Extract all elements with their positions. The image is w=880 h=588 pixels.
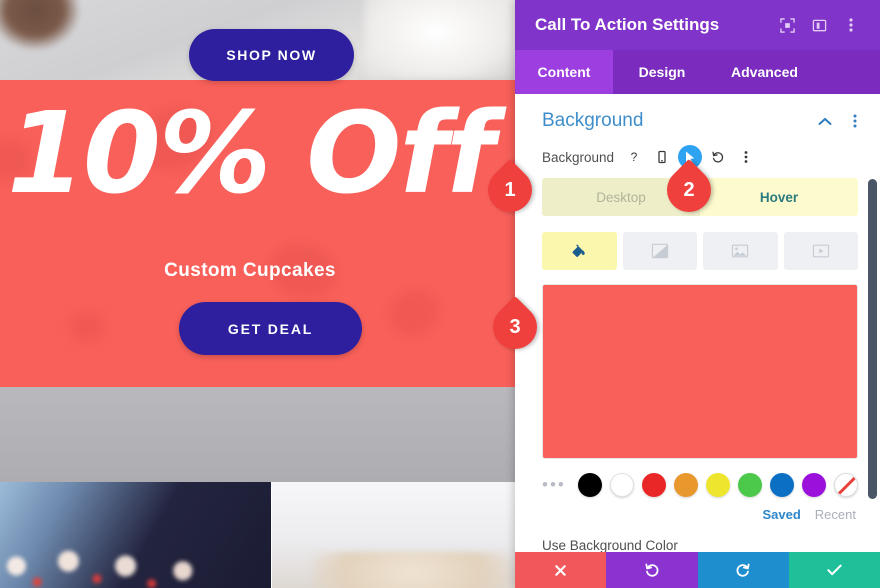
cta-module[interactable]: 10% Off Custom Cupcakes GET DEAL [0,80,515,387]
modal-footer [515,552,880,588]
color-swatch-row: ••• [542,473,858,497]
shop-now-button[interactable]: SHOP NOW [189,29,354,81]
swatch-blue[interactable] [769,473,794,497]
use-background-color-label: Use Background Color [542,538,678,553]
settings-modal: Call To Action Settings Content Design A… [515,0,880,588]
redo-button[interactable] [697,552,789,588]
screenshot-root: SHOP NOW 10% Off Custom Cupcakes GET DEA… [0,0,880,588]
background-video-tab[interactable] [783,232,858,270]
background-field-label: Background [542,149,615,165]
save-button[interactable] [788,552,880,588]
saved-palette-link[interactable]: Saved [762,507,800,522]
swatch-white[interactable] [609,473,634,497]
more-options-icon[interactable] [838,12,864,38]
tab-design[interactable]: Design [613,50,711,94]
swatch-none[interactable] [833,473,858,497]
cupcake-photo-right [272,482,515,588]
vertical-scrollbar[interactable] [868,179,877,499]
field-options-icon[interactable] [734,145,758,169]
modal-tabbar: Content Design Advanced [515,50,880,94]
cta-subheadline: Custom Cupcakes [164,260,336,281]
background-field-controls: Background ? [515,142,880,172]
section-options-icon[interactable] [844,110,866,132]
desktop-hover-toggle: Desktop Hover [542,178,858,216]
cta-headline: 10% Off [7,89,495,219]
swatch-yellow[interactable] [705,473,730,497]
swatch-orange[interactable] [673,473,698,497]
modal-header: Call To Action Settings [515,0,880,50]
cancel-button[interactable] [515,552,607,588]
swatch-purple[interactable] [801,473,826,497]
decor-blob [381,281,447,345]
help-icon[interactable]: ? [622,145,646,169]
website-preview: SHOP NOW 10% Off Custom Cupcakes GET DEA… [0,0,515,588]
hover-cursor-icon[interactable] [678,145,703,169]
preview-middle-band [0,387,515,482]
reset-icon[interactable] [706,145,730,169]
color-preview-swatch[interactable] [542,284,858,459]
swatch-red[interactable] [641,473,666,497]
background-image-tab[interactable] [703,232,778,270]
palette-links: Saved Recent [542,507,856,522]
svg-text:?: ? [631,150,638,164]
toggle-hover[interactable]: Hover [700,178,858,216]
background-type-tabs [542,232,858,270]
recent-palette-link[interactable]: Recent [815,507,856,522]
background-gradient-tab[interactable] [622,232,697,270]
chevron-up-icon[interactable] [814,110,836,132]
settings-scroll-area: Background Background ? Desktop Hover ••… [515,94,880,588]
modal-title: Call To Action Settings [535,15,720,34]
tab-advanced[interactable]: Advanced [711,50,818,94]
swatch-black[interactable] [577,473,602,497]
more-colors-icon[interactable]: ••• [542,475,570,495]
tab-content[interactable]: Content [515,50,613,94]
cupcake-photo-left [0,482,271,588]
fullscreen-icon[interactable] [774,12,800,38]
layout-view-icon[interactable] [806,12,832,38]
get-deal-button[interactable]: GET DEAL [179,302,362,355]
responsive-mobile-icon[interactable] [650,145,674,169]
background-color-tab[interactable] [542,232,617,270]
swatch-green[interactable] [737,473,762,497]
section-title: Background [542,110,644,131]
decor-blob [70,312,104,342]
toggle-desktop[interactable]: Desktop [542,178,700,216]
undo-button[interactable] [606,552,698,588]
background-section-header[interactable]: Background [515,94,880,142]
